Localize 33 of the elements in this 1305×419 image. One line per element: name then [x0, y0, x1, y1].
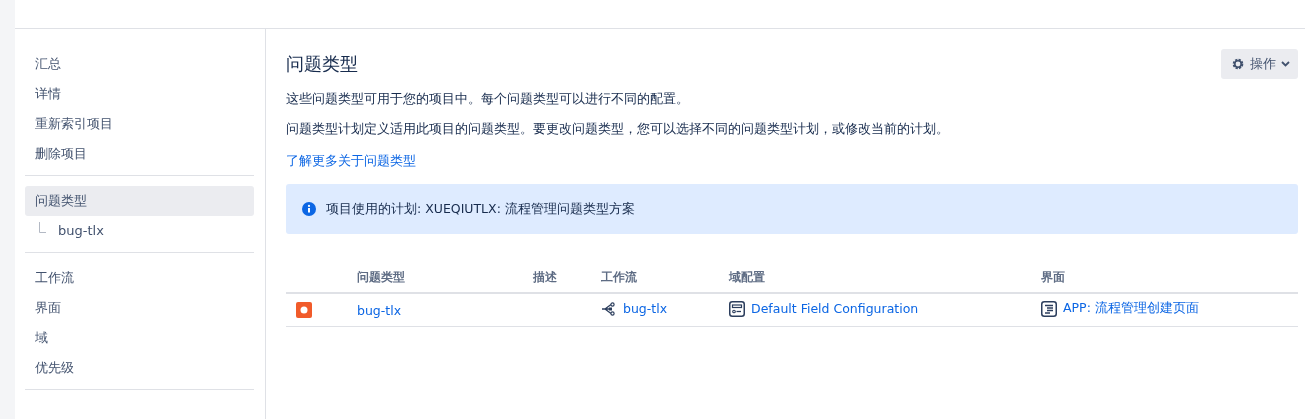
sidebar-item[interactable]: 重新索引项目 [25, 109, 254, 139]
bug-icon [296, 302, 312, 318]
sidebar-item[interactable]: 汇总 [25, 49, 254, 79]
column-header: 工作流 [601, 262, 729, 293]
caret-icon [1281, 61, 1290, 67]
sidebar-item[interactable]: 详情 [25, 79, 254, 109]
screen-icon [1041, 300, 1057, 317]
column-header: 界面 [1041, 262, 1298, 293]
learn-more-link[interactable]: 了解更多关于问题类型 [286, 153, 416, 170]
description-text: 这些问题类型可用于您的项目中。每个问题类型可以进行不同的配置。 [286, 90, 690, 108]
workflow-link[interactable]: bug-tlx [623, 301, 668, 317]
issue-type-link[interactable]: bug-tlx [357, 302, 402, 318]
info-text: 项目使用的计划: XUEQIUTLX: 流程管理问题类型方案 [326, 200, 635, 218]
sidebar-item[interactable]: 问题类型 [25, 186, 254, 216]
column-header: 域配置 [729, 262, 1041, 293]
tree-line-icon [39, 221, 46, 233]
sidebar-item[interactable]: 删除项目 [25, 139, 254, 169]
sidebar-item[interactable]: 工作流 [25, 263, 254, 293]
sidebar-item[interactable]: 界面 [25, 293, 254, 323]
sidebar-item[interactable]: 优先级 [25, 353, 254, 383]
sidebar-item[interactable]: 域 [25, 323, 254, 353]
workflow-icon [601, 301, 617, 316]
actions-button[interactable]: 操作 [1221, 49, 1298, 79]
sidebar-item[interactable]: bug-tlx [46, 216, 114, 246]
column-header: 描述 [533, 262, 601, 293]
settings-icon [1231, 57, 1245, 71]
page-title: 问题类型 [286, 52, 358, 76]
scheme-note-text: 问题类型计划定义适用此项目的问题类型。要更改问题类型，您可以选择不同的问题类型计划，或修改当前的计划。 [286, 120, 950, 138]
field-configuration-link[interactable]: Default Field Configuration [751, 301, 919, 316]
info-icon [302, 202, 316, 216]
column-header: 问题类型 [357, 262, 533, 293]
screen-link[interactable]: APP: 流程管理创建页面 [1063, 300, 1199, 318]
form-icon [729, 300, 745, 317]
